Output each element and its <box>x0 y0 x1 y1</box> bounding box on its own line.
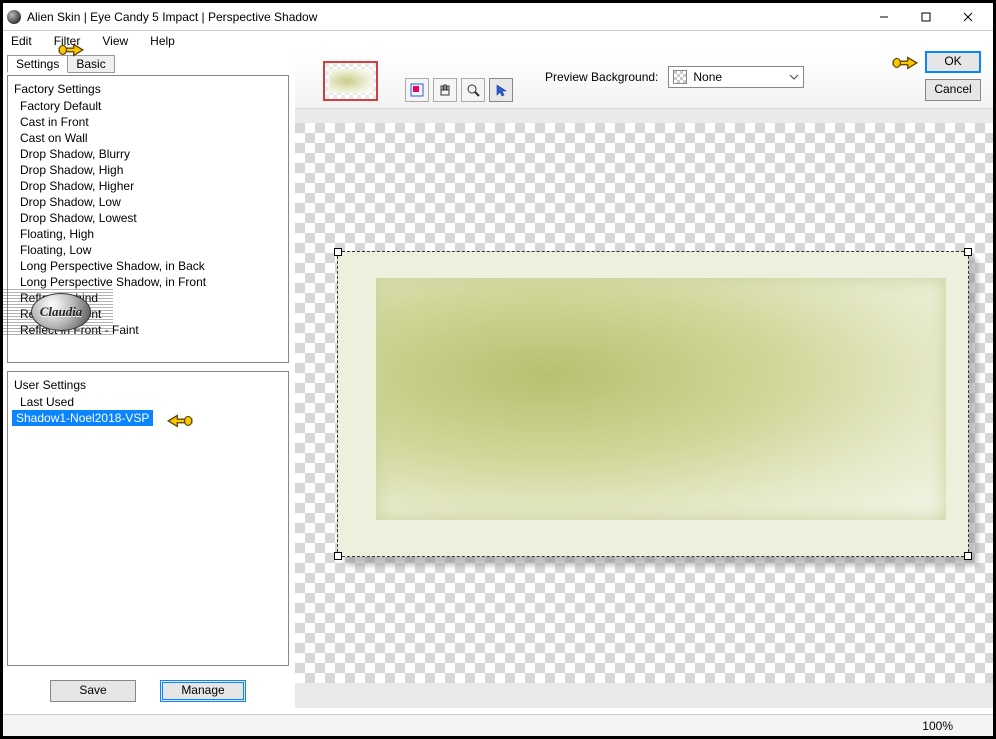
preview-panel: Preview Background: None <box>295 51 993 708</box>
left-panel: Settings Basic Factory Settings Factory … <box>3 51 295 708</box>
checker-swatch-icon <box>673 70 687 84</box>
dialog-buttons: OK Cancel <box>925 51 981 101</box>
list-item[interactable]: Reflect Behind <box>8 290 288 306</box>
hand-tool-icon[interactable] <box>433 78 457 102</box>
user-settings-header: User Settings <box>8 376 288 394</box>
preview-area <box>295 109 993 708</box>
list-item[interactable]: Drop Shadow, Low <box>8 194 288 210</box>
list-item[interactable]: Floating, High <box>8 226 288 242</box>
list-item[interactable]: Floating, Low <box>8 242 288 258</box>
menu-help[interactable]: Help <box>146 33 179 49</box>
preview-background-combo[interactable]: None <box>668 66 804 88</box>
save-button[interactable]: Save <box>50 680 136 702</box>
zoom-tool-icon[interactable] <box>461 78 485 102</box>
zoom-level: 100% <box>922 719 953 733</box>
maximize-button[interactable] <box>905 5 947 29</box>
list-item[interactable]: Shadow1-Noel2018-VSP <box>12 410 153 426</box>
tab-settings[interactable]: Settings <box>7 55 68 73</box>
factory-settings-header: Factory Settings <box>8 80 288 98</box>
menu-view[interactable]: View <box>98 33 132 49</box>
window-controls <box>863 5 989 29</box>
resize-handle[interactable] <box>964 248 972 256</box>
minimize-button[interactable] <box>863 5 905 29</box>
selection-box[interactable] <box>337 251 969 557</box>
list-item[interactable]: Last Used <box>8 394 288 410</box>
resize-handle[interactable] <box>334 552 342 560</box>
manage-button[interactable]: Manage <box>160 680 246 702</box>
list-item[interactable]: Drop Shadow, Lowest <box>8 210 288 226</box>
preview-background-value: None <box>693 70 722 84</box>
resize-handle[interactable] <box>964 552 972 560</box>
user-settings-list[interactable]: User Settings Last UsedShadow1-Noel2018-… <box>7 371 289 666</box>
preview-thumbnail[interactable] <box>323 61 378 101</box>
list-item[interactable]: Drop Shadow, Blurry <box>8 146 288 162</box>
tab-strip: Settings Basic <box>7 55 289 73</box>
pointer-hand-icon <box>166 410 194 430</box>
select-all-tool-icon[interactable] <box>405 78 429 102</box>
factory-settings-list[interactable]: Factory Settings Factory DefaultCast in … <box>7 75 289 363</box>
list-item[interactable]: Cast in Front <box>8 114 288 130</box>
preview-canvas[interactable] <box>295 123 993 683</box>
list-item[interactable]: Drop Shadow, Higher <box>8 178 288 194</box>
window-title: Alien Skin | Eye Candy 5 Impact | Perspe… <box>27 10 863 24</box>
thumbnail-image <box>330 69 372 93</box>
title-bar: Alien Skin | Eye Candy 5 Impact | Perspe… <box>3 3 993 31</box>
resize-handle[interactable] <box>334 248 342 256</box>
status-bar: 100% <box>3 714 993 736</box>
list-item[interactable]: Drop Shadow, High <box>8 162 288 178</box>
list-item[interactable]: Reflect in Front - Faint <box>8 322 288 338</box>
preview-background-label: Preview Background: <box>545 70 658 84</box>
list-item[interactable]: Long Perspective Shadow, in Front <box>8 274 288 290</box>
list-item[interactable]: Long Perspective Shadow, in Back <box>8 258 288 274</box>
preview-toolbar: Preview Background: None <box>295 51 993 109</box>
arrow-tool-icon[interactable] <box>489 78 513 102</box>
tab-basic[interactable]: Basic <box>67 55 114 73</box>
list-item[interactable]: Factory Default <box>8 98 288 114</box>
menu-bar: Edit Filter View Help <box>3 31 993 51</box>
menu-filter[interactable]: Filter <box>50 33 85 49</box>
list-item[interactable]: Cast on Wall <box>8 130 288 146</box>
menu-edit[interactable]: Edit <box>7 33 36 49</box>
app-icon <box>7 10 21 24</box>
settings-buttons: Save Manage <box>7 672 289 702</box>
list-item[interactable]: Reflect in Front <box>8 306 288 322</box>
close-button[interactable] <box>947 5 989 29</box>
ok-button[interactable]: OK <box>925 51 981 73</box>
chevron-down-icon <box>789 71 799 83</box>
cancel-button[interactable]: Cancel <box>925 79 981 101</box>
